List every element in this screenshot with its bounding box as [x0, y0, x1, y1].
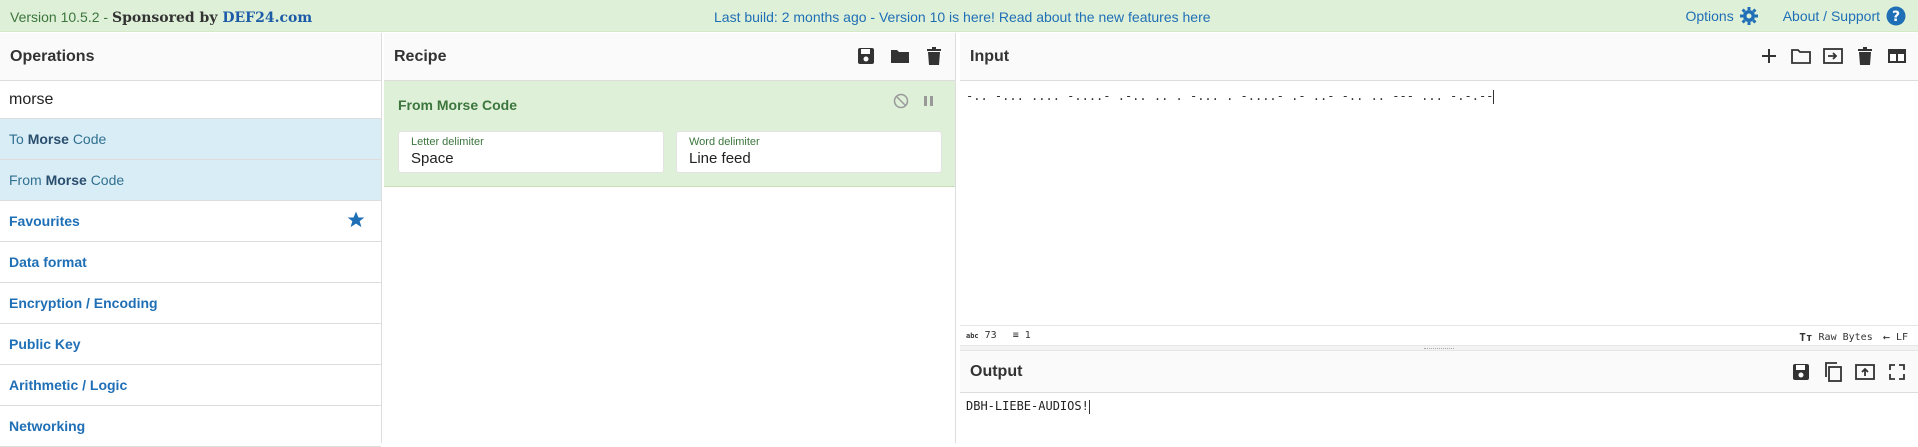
op-suffix: Code	[72, 131, 107, 147]
op-prefix: To	[9, 131, 24, 147]
line-count: 1	[1024, 330, 1031, 341]
text-type-icon: Tт	[1799, 330, 1813, 344]
pause-icon[interactable]	[923, 93, 935, 114]
recipe-pane: Recipe From Morse Code Letter delimiter …	[384, 33, 956, 443]
eol-selector[interactable]: ← LF	[1883, 330, 1908, 344]
recipe-title: Recipe	[394, 47, 447, 65]
version-info: Version 10.5.2 - Sponsored by DEF24.com	[10, 9, 312, 26]
about-button[interactable]: About / Support ?	[1783, 6, 1906, 26]
operations-pane: Operations morse To Morse Code From Mors…	[0, 33, 382, 447]
options-button[interactable]: Options	[1685, 6, 1758, 26]
input-status-bar: abc 73 ≡ 1 Tт Raw Bytes ← LF	[960, 325, 1918, 345]
operations-title: Operations	[0, 33, 381, 81]
output-header: Output	[960, 351, 1918, 393]
announcement: Last build: 2 months ago - Version 10 is…	[714, 9, 1211, 25]
trash-icon[interactable]	[923, 45, 945, 67]
star-icon	[346, 210, 366, 233]
options-label: Options	[1685, 8, 1734, 24]
category-label: Data format	[9, 254, 87, 270]
disable-icon[interactable]	[893, 93, 909, 114]
io-pane: Input -.. -... .... -....- .-.. .. . -..…	[960, 33, 1918, 443]
category-label: Arithmetic / Logic	[9, 377, 128, 393]
category-favourites[interactable]: Favourites	[0, 201, 381, 242]
clear-input-icon[interactable]	[1854, 45, 1876, 67]
category-label: Encryption / Encoding	[9, 295, 158, 311]
replace-input-icon[interactable]	[1854, 361, 1876, 383]
op-match: Morse	[45, 172, 87, 188]
category-data-format[interactable]: Data format	[0, 242, 381, 283]
category-arithmetic-logic[interactable]: Arithmetic / Logic	[0, 365, 381, 406]
input-textarea[interactable]: -.. -... .... -....- .-.. .. . -... . -.…	[960, 81, 1918, 325]
maximise-icon[interactable]	[1886, 361, 1908, 383]
recipe-operation-from-morse-code[interactable]: From Morse Code Letter delimiter Space W…	[384, 81, 955, 187]
category-label: Networking	[9, 418, 86, 434]
input-title: Input	[970, 47, 1010, 65]
op-to-morse-code[interactable]: To Morse Code	[0, 119, 381, 160]
input-text: -.. -... .... -....- .-.. .. . -... . -.…	[966, 89, 1494, 103]
category-public-key[interactable]: Public Key	[0, 324, 381, 365]
recipe-operation-name: From Morse Code	[398, 97, 518, 113]
sponsored-label: Sponsored by	[111, 10, 223, 26]
category-label: Favourites	[9, 213, 80, 229]
category-label: Public Key	[9, 336, 81, 352]
op-prefix: From	[9, 172, 42, 188]
output-textarea[interactable]: DBH-LIEBE-AUDIOS!	[960, 393, 1918, 420]
recipe-header: Recipe	[384, 33, 955, 81]
category-encryption-encoding[interactable]: Encryption / Encoding	[0, 283, 381, 324]
operations-search-input[interactable]: morse	[0, 81, 381, 119]
op-suffix: Code	[90, 172, 125, 188]
output-title: Output	[970, 362, 1023, 380]
save-icon[interactable]	[855, 45, 877, 67]
save-output-icon[interactable]	[1790, 361, 1812, 383]
letter-delimiter-field[interactable]: Letter delimiter Space	[398, 131, 664, 173]
gear-icon	[1739, 6, 1759, 26]
folder-icon[interactable]	[889, 45, 911, 67]
announcement-link[interactable]: here	[1183, 9, 1211, 25]
layout-icon[interactable]	[1886, 45, 1908, 67]
encoding-label: Raw Bytes	[1818, 331, 1873, 343]
op-from-morse-code[interactable]: From Morse Code	[0, 160, 381, 201]
version-text: Version 10.5.2 -	[10, 9, 112, 25]
letter-delimiter-label: Letter delimiter	[411, 136, 484, 148]
svg-text:?: ?	[1892, 9, 1900, 25]
open-folder-icon[interactable]	[1790, 45, 1812, 67]
output-caret	[1088, 399, 1090, 414]
category-networking[interactable]: Networking	[0, 406, 381, 447]
input-header: Input	[960, 33, 1918, 81]
word-delimiter-field[interactable]: Word delimiter Line feed	[676, 131, 942, 173]
return-arrow-icon: ←	[1882, 330, 1890, 344]
help-icon: ?	[1886, 6, 1906, 26]
copy-icon[interactable]	[1822, 361, 1844, 383]
announcement-text: Last build: 2 months ago - Version 10 is…	[714, 9, 1183, 25]
eol-label: LF	[1895, 331, 1908, 343]
output-text: DBH-LIEBE-AUDIOS!	[966, 399, 1089, 413]
top-banner: Version 10.5.2 - Sponsored by DEF24.com …	[0, 0, 1918, 32]
sponsor-link[interactable]: DEF24.com	[222, 10, 312, 26]
letter-delimiter-value: Space	[411, 150, 454, 167]
about-label: About / Support	[1782, 8, 1880, 24]
op-match: Morse	[27, 131, 69, 147]
line-count-icon: ≡	[1012, 330, 1019, 341]
word-delimiter-label: Word delimiter	[689, 136, 760, 148]
open-file-icon[interactable]	[1822, 45, 1844, 67]
add-tab-icon[interactable]	[1758, 45, 1780, 67]
char-count: 73	[984, 330, 997, 341]
encoding-selector[interactable]: Tт Raw Bytes	[1799, 330, 1872, 344]
char-count-icon: abc	[966, 331, 979, 340]
text-caret	[1493, 89, 1495, 104]
word-delimiter-value: Line feed	[689, 150, 751, 167]
